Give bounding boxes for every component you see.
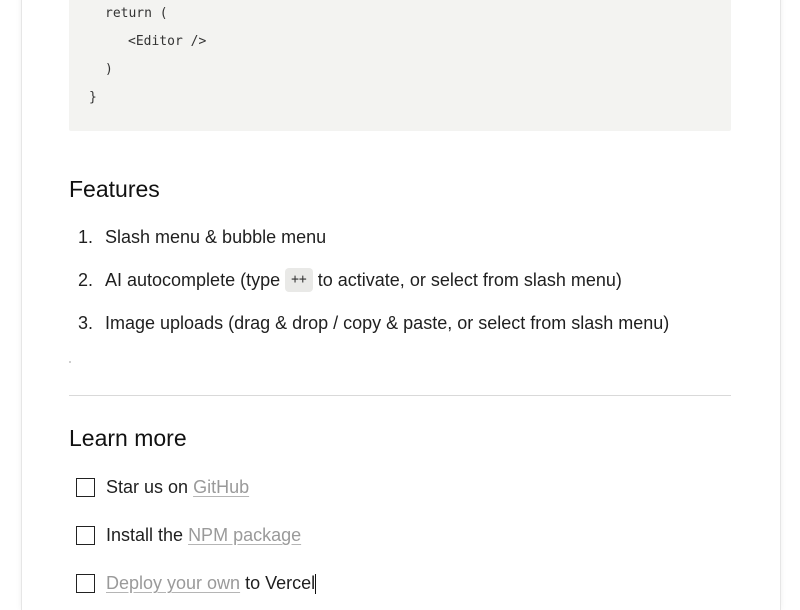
task-item[interactable]: Deploy your own to Vercel bbox=[76, 573, 317, 594]
task-text: to Vercel bbox=[245, 573, 316, 593]
github-link[interactable]: GitHub bbox=[193, 477, 249, 498]
code-line: ) bbox=[105, 62, 113, 77]
task-text: Star us on bbox=[106, 477, 189, 497]
list-item-text: AI autocomplete (type bbox=[105, 269, 281, 290]
code-line: <Editor /> bbox=[128, 34, 207, 49]
code-block[interactable]: return ( <Editor /> ) } bbox=[69, 0, 731, 131]
list-item-text: to activate, or select from slash menu) bbox=[317, 269, 622, 290]
npm-package-link[interactable]: NPM package bbox=[188, 525, 301, 546]
list-item-text: Slash menu & bubble menu bbox=[105, 227, 327, 247]
task-checkbox[interactable] bbox=[76, 526, 95, 545]
list-item-text: Image uploads (drag & drop / copy & past… bbox=[105, 313, 670, 333]
code-line: return ( bbox=[105, 6, 168, 21]
task-item[interactable]: Install the NPM package bbox=[76, 525, 301, 546]
task-checkbox[interactable] bbox=[76, 574, 95, 593]
horizontal-rule bbox=[69, 395, 731, 396]
learn-more-heading: Learn more bbox=[69, 425, 187, 451]
list-item[interactable]: 2. AI autocomplete (type ++ to activate,… bbox=[78, 268, 622, 292]
list-item[interactable]: 3. Image uploads (drag & drop / copy & p… bbox=[78, 313, 669, 334]
task-text: Install the bbox=[106, 525, 184, 545]
deploy-link[interactable]: Deploy your own bbox=[106, 573, 240, 594]
list-number: 3. bbox=[78, 313, 94, 333]
task-item[interactable]: Star us on GitHub bbox=[76, 477, 249, 498]
code-line: } bbox=[89, 90, 97, 105]
list-number: 1. bbox=[78, 227, 94, 247]
list-number: 2. bbox=[78, 269, 94, 290]
text-cursor bbox=[315, 573, 317, 594]
list-item[interactable]: 1. Slash menu & bubble menu bbox=[78, 227, 326, 248]
empty-paragraph-marker bbox=[69, 361, 71, 363]
inline-code: ++ bbox=[285, 268, 313, 292]
task-checkbox[interactable] bbox=[76, 478, 95, 497]
features-heading: Features bbox=[69, 176, 160, 202]
